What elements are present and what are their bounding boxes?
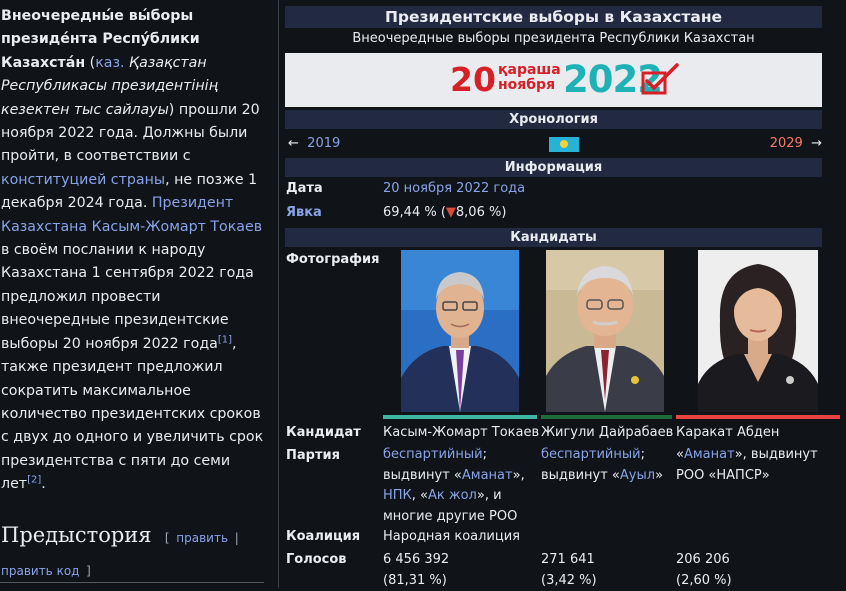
text-fragment: выдвинут « — [383, 467, 462, 483]
party-link[interactable]: Аманат — [462, 468, 513, 483]
votes-count: 206 206 — [676, 552, 730, 567]
candidate-photo-dairabaev[interactable] — [546, 250, 664, 412]
candidate-color-bar-1 — [383, 415, 537, 419]
previous-election-nav: ← 2019 — [288, 134, 340, 154]
decrease-triangle-icon: ▼ — [445, 205, 456, 220]
party-link[interactable]: беспартийный — [541, 447, 641, 462]
candidate-votes: 271 641 (3,42 %) — [541, 550, 597, 591]
text-fragment: РОО «НАПСР» — [676, 467, 770, 483]
date-label: Дата — [286, 181, 323, 196]
candidate-coalition: Народная коалиция — [383, 529, 521, 544]
votes-percent: (2,60 %) — [676, 572, 732, 588]
article-body: Внеочередны́е вы́боры президе́нта Респу́… — [0, 0, 278, 588]
candidate-color-bar-3 — [676, 415, 840, 419]
text-fragment: », — [512, 467, 525, 483]
votes-label: Голосов — [286, 552, 347, 567]
turnout-label-link[interactable]: Явка — [286, 203, 322, 223]
logo-month-rus: ноября — [498, 77, 556, 93]
chronology-row: ← 2019 2029 → — [285, 134, 822, 154]
turnout-value: 69,44 % (▼8,06 %) — [383, 203, 506, 223]
candidate-party: беспартийный; выдвинут «Аманат», НПК, «Ак … — [383, 445, 535, 527]
text-fragment: ( — [85, 54, 96, 71]
votes-count: 6 456 392 — [383, 552, 450, 567]
candidate-name-link[interactable]: Каракат Абден — [676, 423, 779, 444]
section-title: Предыстория — [1, 523, 152, 547]
next-election-nav: 2029 → — [770, 134, 822, 154]
turnout-change: 8,06 %) — [455, 205, 507, 220]
chronology-header: Хронология — [285, 110, 822, 129]
kaz-language-link[interactable]: каз. — [95, 55, 124, 71]
previous-election-link[interactable]: 2019 — [307, 136, 340, 151]
edit-source-link[interactable]: править код — [1, 564, 79, 578]
reference-2-link[interactable]: [2] — [27, 474, 41, 485]
candidate-color-bar-2 — [541, 415, 672, 419]
candidate-votes: 206 206 (2,60 %) — [676, 550, 732, 591]
logo-month: қараша ноября — [498, 63, 561, 93]
votes-percent: (81,31 %) — [383, 572, 447, 588]
text-fragment: » — [655, 467, 664, 483]
party-link[interactable]: Ак жол — [428, 488, 477, 503]
candidate-name-link[interactable]: Жигули Дайрабаев — [541, 423, 673, 444]
text-fragment: ; — [482, 447, 487, 462]
column-divider — [278, 0, 279, 588]
portrait-image — [546, 250, 664, 412]
candidate-party: «Аманат», выдвинут РОО «НАПСР» — [676, 445, 838, 486]
text-fragment: », выдвинут — [734, 447, 818, 462]
portrait-image — [401, 250, 519, 412]
next-election-link[interactable]: 2029 — [770, 136, 803, 151]
section-divider — [0, 582, 264, 583]
date-value-link[interactable]: 20 ноября 2022 года — [383, 179, 525, 199]
text-fragment: . — [41, 476, 46, 493]
article-lead-paragraph: Внеочередны́е вы́боры президе́нта Респу́… — [1, 5, 269, 497]
text-fragment: », и — [476, 488, 502, 503]
candidate-photo-tokayev[interactable] — [401, 250, 519, 412]
election-infobox: Президентские выборы в Казахстане Внеоче… — [280, 0, 846, 588]
reference-1-link[interactable]: [1] — [218, 334, 232, 345]
text-fragment: в своём послании к народу Казахстана 1 с… — [1, 242, 254, 352]
right-arrow-icon: → — [811, 136, 822, 151]
text-fragment: , « — [411, 488, 428, 503]
party-link[interactable]: Ауыл — [620, 468, 655, 483]
edit-bracket-close: ] — [86, 564, 91, 578]
kazakhstan-flag-icon — [549, 137, 579, 152]
infobox-title: Президентские выборы в Казахстане — [285, 6, 822, 28]
edit-section-link[interactable]: править — [176, 531, 228, 545]
information-header: Информация — [285, 158, 822, 177]
edit-bracket-open: [ — [164, 531, 170, 545]
text-fragment: , также президент предложил сократить ма… — [1, 335, 264, 493]
ballot-check-icon — [641, 63, 679, 95]
text-fragment: выдвинут « — [541, 467, 620, 483]
constitution-link[interactable]: конституцией страны — [1, 172, 165, 188]
left-arrow-icon: ← — [288, 136, 299, 151]
coalition-label: Коалиция — [286, 529, 361, 544]
votes-count: 271 641 — [541, 552, 595, 567]
text-fragment: многие другие РОО — [383, 508, 518, 524]
party-link[interactable]: беспартийный — [383, 447, 483, 462]
infobox-subtitle: Внеочередные выборы президента Республик… — [352, 31, 755, 46]
section-heading-background: Предыстория [ править | править код ] — [1, 520, 271, 586]
text-fragment: ; — [640, 447, 645, 462]
votes-percent: (3,42 %) — [541, 572, 597, 588]
candidates-header: Кандидаты — [285, 228, 822, 247]
candidate-photo-abden[interactable] — [698, 250, 818, 412]
election-logo: 20 қараша ноября 2022 — [285, 53, 822, 107]
edit-separator: | — [234, 531, 239, 545]
candidate-party: беспартийный; выдвинут «Ауыл» — [541, 445, 673, 486]
party-link[interactable]: НПК — [383, 488, 412, 503]
logo-month-kaz: қараша — [498, 62, 561, 78]
candidate-votes: 6 456 392 (81,31 %) — [383, 550, 449, 591]
portrait-image — [698, 250, 818, 412]
text-fragment: « — [676, 447, 684, 462]
logo-day: 20 — [450, 60, 496, 99]
candidate-name-link[interactable]: Касым-Жомарт Токаев — [383, 423, 539, 444]
turnout-percent: 69,44 % ( — [383, 205, 446, 220]
party-label: Партия — [286, 448, 340, 463]
candidate-label: Кандидат — [286, 425, 361, 440]
photo-label: Фотография — [286, 252, 380, 267]
party-link[interactable]: Аманат — [684, 447, 735, 462]
